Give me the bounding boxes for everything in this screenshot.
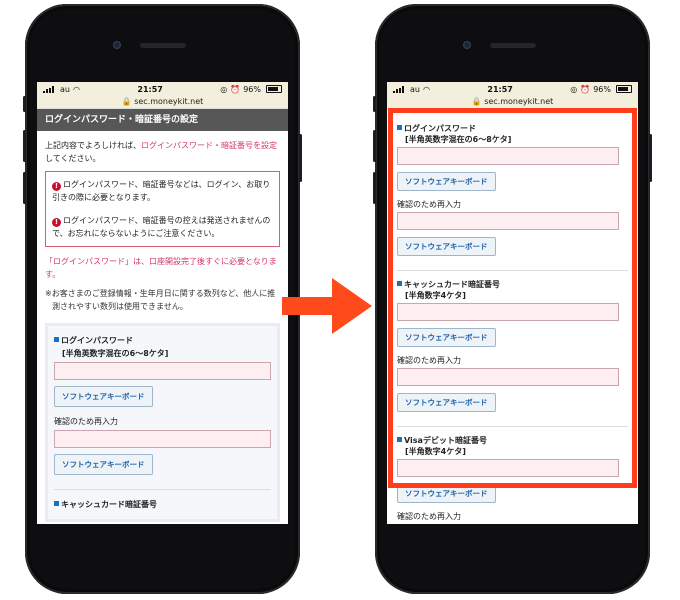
software-keyboard-button[interactable]: ソフトウェアキーボード xyxy=(397,393,496,412)
software-keyboard-button[interactable]: ソフトウェアキーボード xyxy=(397,484,496,503)
notice-text: ログインパスワード、暗証番号などは、ログイン、お取り引きの際に必要となります。 xyxy=(52,180,271,202)
right-screen: au ◠ 21:57 ◎ ⏰ 96% 🔒 sec.moneykit.net ログ… xyxy=(387,82,638,524)
confirm-label: 確認のため再入力 xyxy=(54,417,118,426)
notice-item: ! ログインパスワード、暗証番号の控えは発送されませんので、お忘れにならないように… xyxy=(52,214,273,240)
cash-card-pin-confirm-input[interactable] xyxy=(397,368,619,386)
software-keyboard-button[interactable]: ソフトウェアキーボード xyxy=(54,454,153,475)
earpiece-speaker xyxy=(490,43,536,48)
confirm-label: 確認のため再入力 xyxy=(397,356,461,365)
page-content: 上記内容でよろしければ、ログインパスワード・暗証番号を設定してください。 ! ログ… xyxy=(37,131,288,522)
section-subtitle: [半角数字4ケタ] xyxy=(405,291,466,300)
software-keyboard-button[interactable]: ソフトウェアキーボード xyxy=(397,172,496,191)
lock-rotation-icon: ◎ xyxy=(570,84,578,94)
section-title: Visaデビット暗証番号 xyxy=(397,435,628,446)
alarm-icon: ⏰ xyxy=(580,84,591,94)
software-keyboard-button[interactable]: ソフトウェアキーボード xyxy=(397,237,496,256)
status-time: 21:57 xyxy=(137,84,163,94)
left-phone: au ◠ 21:57 ◎ ⏰ 96% 🔒 sec.moneykit.net ログ… xyxy=(23,4,302,594)
section-subtitle: [半角英数字混在の6～8ケタ] xyxy=(405,135,512,144)
section-title: ログインパスワード xyxy=(54,334,271,347)
login-password-confirm-input[interactable] xyxy=(54,430,271,448)
square-bullet-icon xyxy=(397,125,402,130)
divider xyxy=(397,270,628,271)
section-title: キャッシュカード暗証番号 xyxy=(397,279,628,290)
carrier-label: au xyxy=(410,84,420,94)
section-title-text: ログインパスワード xyxy=(61,336,133,345)
wifi-icon: ◠ xyxy=(72,84,80,94)
status-bar: au ◠ 21:57 ◎ ⏰ 96% xyxy=(387,82,638,96)
software-keyboard-button[interactable]: ソフトウェアキーボード xyxy=(397,328,496,347)
signal-icon xyxy=(43,85,57,93)
section-title-text: キャッシュカード暗証番号 xyxy=(61,500,157,509)
page-title: ログインパスワード・暗証番号の設定 xyxy=(37,109,288,131)
front-camera xyxy=(113,41,121,49)
section-title-text: ログインパスワード xyxy=(404,124,476,133)
visa-debit-pin-input[interactable] xyxy=(397,459,619,477)
confirm-label: 確認のため再入力 xyxy=(397,512,461,521)
intro-text: 上記内容でよろしければ、ログインパスワード・暗証番号を設定してください。 xyxy=(45,139,280,165)
password-required-note: 「ログインパスワード」は、口座開設完了後すぐに必要となります。 xyxy=(45,257,277,279)
login-password-input[interactable] xyxy=(54,362,271,380)
section-title-text: Visaデビット暗証番号 xyxy=(404,436,487,445)
battery-icon xyxy=(615,85,632,93)
section-subtitle: [半角英数字混在の6～8ケタ] xyxy=(62,349,169,358)
password-form: ログインパスワード [半角英数字混在の6～8ケタ] ソフトウェアキーボード 確認… xyxy=(387,109,638,524)
caution-note: ※お客さまのご登録情報・生年月日に関する数列など、他人に推測されやすい数列は使用… xyxy=(45,289,276,311)
lock-icon: 🔒 xyxy=(121,97,132,106)
carrier-label: au xyxy=(60,84,70,94)
intro-before: 上記内容でよろしければ、 xyxy=(45,141,141,150)
square-bullet-icon xyxy=(54,337,59,342)
cash-card-pin-input[interactable] xyxy=(397,303,619,321)
volume-down-button xyxy=(23,172,26,204)
volume-up-button xyxy=(23,130,26,162)
url-text: sec.moneykit.net xyxy=(484,97,554,106)
mute-switch xyxy=(373,96,376,112)
address-bar[interactable]: 🔒 sec.moneykit.net xyxy=(37,96,288,109)
section-subtitle: [半角数字4ケタ] xyxy=(405,447,466,456)
lock-rotation-icon: ◎ xyxy=(220,84,228,94)
left-screen: au ◠ 21:57 ◎ ⏰ 96% 🔒 sec.moneykit.net ログ… xyxy=(37,82,288,524)
login-password-input[interactable] xyxy=(397,147,619,165)
alarm-icon: ⏰ xyxy=(230,84,241,94)
front-camera xyxy=(463,41,471,49)
divider xyxy=(54,489,271,490)
power-button xyxy=(299,134,302,182)
warning-icon: ! xyxy=(52,218,61,227)
battery-icon xyxy=(265,85,282,93)
right-phone: au ◠ 21:57 ◎ ⏰ 96% 🔒 sec.moneykit.net ログ… xyxy=(373,4,652,594)
wifi-icon: ◠ xyxy=(422,84,430,94)
square-bullet-icon xyxy=(54,501,59,506)
earpiece-speaker xyxy=(140,43,186,48)
status-bar: au ◠ 21:57 ◎ ⏰ 96% xyxy=(37,82,288,96)
arrow-right-icon xyxy=(282,278,372,334)
square-bullet-icon xyxy=(397,281,402,286)
power-button xyxy=(649,134,652,182)
divider xyxy=(397,426,628,427)
notice-item: ! ログインパスワード、暗証番号などは、ログイン、お取り引きの際に必要となります。 xyxy=(52,178,273,204)
confirm-label: 確認のため再入力 xyxy=(397,200,461,209)
signal-icon xyxy=(393,85,407,93)
battery-percent: 96% xyxy=(593,84,611,94)
lock-icon: 🔒 xyxy=(471,97,482,106)
notice-box: ! ログインパスワード、暗証番号などは、ログイン、お取り引きの際に必要となります。… xyxy=(45,171,280,247)
password-form: ログインパスワード [半角英数字混在の6～8ケタ] ソフトウェアキーボード 確認… xyxy=(45,323,280,522)
mute-switch xyxy=(23,96,26,112)
volume-up-button xyxy=(373,130,376,162)
url-text: sec.moneykit.net xyxy=(134,97,204,106)
section-title-text: キャッシュカード暗証番号 xyxy=(404,280,500,289)
notice-text: ログインパスワード、暗証番号の控えは発送されませんので、お忘れにならないようにご… xyxy=(52,216,271,238)
square-bullet-icon xyxy=(397,437,402,442)
login-password-confirm-input[interactable] xyxy=(397,212,619,230)
battery-percent: 96% xyxy=(243,84,261,94)
section-title: キャッシュカード暗証番号 xyxy=(54,498,271,511)
intro-link[interactable]: ログインパスワード・暗証番号を設定 xyxy=(141,141,277,150)
intro-after: してください。 xyxy=(45,154,101,163)
software-keyboard-button[interactable]: ソフトウェアキーボード xyxy=(54,386,153,407)
volume-down-button xyxy=(373,172,376,204)
warning-icon: ! xyxy=(52,182,61,191)
address-bar[interactable]: 🔒 sec.moneykit.net xyxy=(387,96,638,109)
status-time: 21:57 xyxy=(487,84,513,94)
section-title: ログインパスワード xyxy=(397,123,628,134)
